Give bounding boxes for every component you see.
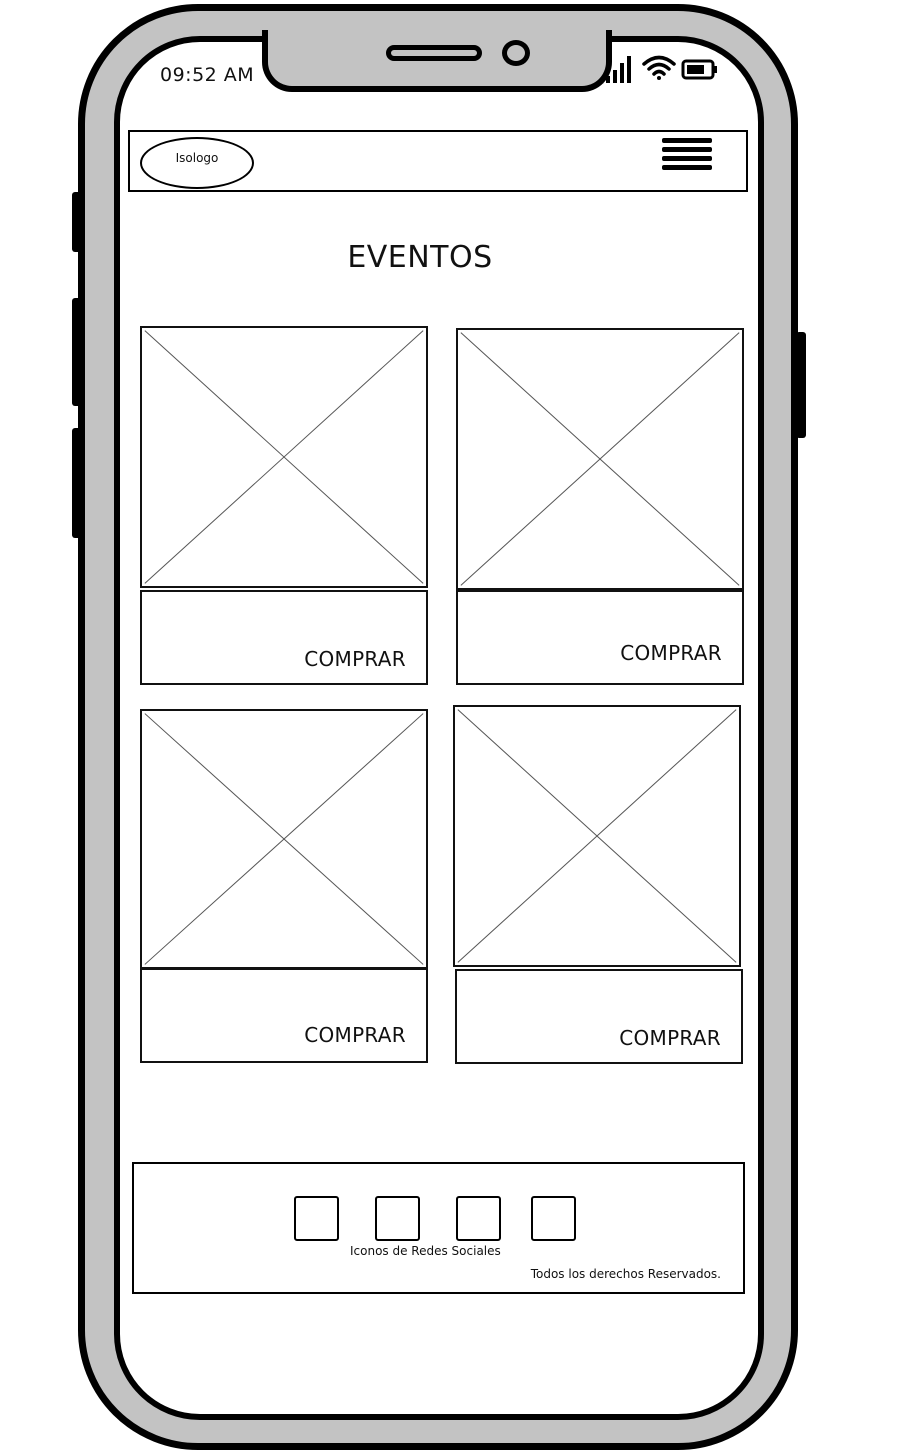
social-icon[interactable] [375, 1196, 420, 1241]
buy-button-label: COMPRAR [619, 1026, 721, 1050]
buy-button[interactable]: COMPRAR [140, 968, 428, 1063]
buy-button[interactable]: COMPRAR [140, 590, 428, 685]
logo-label: Isologo [175, 151, 219, 165]
page-title: EVENTOS [347, 240, 493, 275]
status-time: 09:52 AM [160, 64, 255, 86]
signal-icon [606, 56, 631, 83]
social-icon[interactable] [456, 1196, 501, 1241]
event-image-placeholder [140, 326, 428, 588]
buy-button[interactable]: COMPRAR [456, 590, 744, 685]
social-caption: Iconos de Redes Sociales [350, 1244, 501, 1258]
volume-down-button [72, 428, 82, 538]
front-camera [502, 40, 530, 66]
social-icon[interactable] [531, 1196, 576, 1241]
social-icon[interactable] [294, 1196, 339, 1241]
power-button [796, 332, 806, 438]
battery-icon [681, 59, 717, 80]
status-icons [606, 52, 718, 86]
hamburger-menu-icon[interactable] [662, 138, 712, 178]
buy-button[interactable]: COMPRAR [455, 969, 743, 1064]
silent-switch [72, 192, 82, 252]
buy-button-label: COMPRAR [620, 641, 722, 665]
copyright-text: Todos los derechos Reservados. [530, 1267, 721, 1281]
footer: Iconos de Redes Sociales Todos los derec… [132, 1162, 745, 1294]
event-image-placeholder [456, 328, 744, 590]
notch [262, 30, 612, 92]
header-bar: Isologo [128, 130, 748, 192]
event-image-placeholder [140, 709, 428, 969]
logo[interactable]: Isologo [140, 137, 254, 189]
speaker-grille [386, 45, 482, 61]
wifi-icon [642, 55, 676, 80]
buy-button-label: COMPRAR [304, 1023, 406, 1047]
volume-up-button [72, 298, 82, 406]
buy-button-label: COMPRAR [304, 647, 406, 671]
event-image-placeholder [453, 705, 741, 967]
